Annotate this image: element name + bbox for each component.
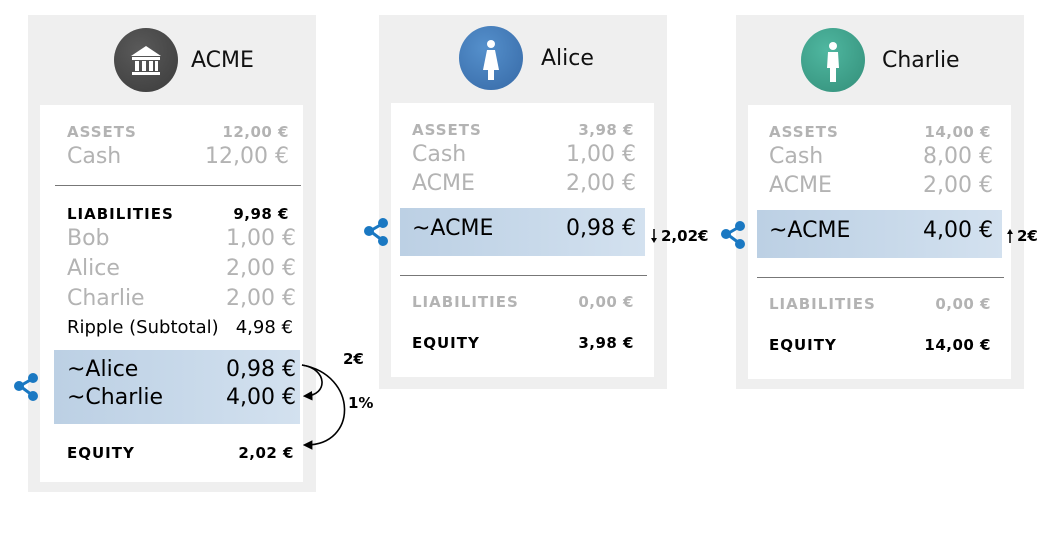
ripple-subtotal-value: 4,98 € — [235, 317, 293, 338]
alice-value: 2,00 € — [226, 256, 296, 281]
woman-icon — [483, 40, 499, 80]
charlie-ripple-acme-row: ~ACME 4,00 € — [769, 218, 993, 243]
equity-label: EQUITY — [412, 334, 480, 352]
acme-equity-row: EQUITY 2,02 € — [67, 444, 294, 462]
bank-icon — [131, 46, 161, 75]
acme-assets-row: ASSETS 12,00 € — [67, 123, 289, 141]
ripple-acme-value: 0,98 € — [566, 216, 636, 241]
alice-avatar — [459, 26, 523, 90]
ripple-acme-label: ~ACME — [769, 218, 851, 243]
bob-label: Bob — [67, 226, 110, 251]
liabilities-label: LIABILITIES — [412, 293, 519, 311]
acme-value: 2,00 € — [566, 171, 636, 196]
acme-title: ACME — [191, 48, 254, 73]
acme-cash-row: Cash 12,00 € — [67, 144, 289, 169]
acme-charlie-row: Charlie 2,00 € — [67, 286, 296, 311]
alice-label: Alice — [67, 256, 120, 281]
acme-value: 2,00 € — [923, 173, 993, 198]
charlie-divider — [757, 277, 1004, 278]
cash-label: Cash — [769, 144, 824, 169]
ripple-acme-value: 4,00 € — [923, 218, 993, 243]
assets-total: 12,00 € — [222, 123, 289, 141]
liabilities-label: LIABILITIES — [769, 295, 876, 313]
charlie-avatar — [801, 28, 865, 92]
alice-ripple-acme-row: ~ACME 0,98 € — [412, 216, 636, 241]
equity-value: 3,98 € — [578, 334, 634, 352]
ripple-subtotal-label: Ripple (Subtotal) — [67, 317, 219, 338]
ripple-alice-value: 0,98 € — [226, 357, 296, 382]
acme-ripple-subtotal-row: Ripple (Subtotal) 4,98 € — [67, 317, 293, 338]
assets-label: ASSETS — [67, 123, 137, 141]
liabilities-label: LIABILITIES — [67, 205, 174, 223]
alice-card: Alice ASSETS 3,98 € Cash 1,00 € ACME 2,0… — [379, 15, 667, 389]
ripple-icon — [14, 373, 38, 401]
charlie-balance-sheet: ASSETS 14,00 € Cash 8,00 € ACME 2,00 € ~… — [748, 105, 1011, 379]
alice-equity-row: EQUITY 3,98 € — [412, 334, 634, 352]
acme-card: ACME ASSETS 12,00 € Cash 12,00 € LIABILI… — [28, 15, 316, 492]
ripple-icon — [721, 221, 745, 249]
acme-avatar — [114, 28, 178, 92]
cash-value: 1,00 € — [566, 142, 636, 167]
cash-value: 12,00 € — [205, 144, 289, 169]
ripple-charlie-label: ~Charlie — [67, 385, 164, 410]
charlie-value: 2,00 € — [226, 286, 296, 311]
assets-total: 14,00 € — [924, 123, 991, 141]
ripple-icon — [364, 218, 388, 246]
liabilities-total: 0,00 € — [578, 293, 634, 311]
charlie-liabilities-row: LIABILITIES 0,00 € — [769, 295, 991, 313]
charlie-assets-row: ASSETS 14,00 € — [769, 123, 991, 141]
charlie-card: Charlie ASSETS 14,00 € Cash 8,00 € ACME … — [736, 15, 1024, 389]
alice-liabilities-row: LIABILITIES 0,00 € — [412, 293, 634, 311]
charlie-cash-row: Cash 8,00 € — [769, 144, 993, 169]
acme-alice-row: Alice 2,00 € — [67, 256, 296, 281]
charlie-title: Charlie — [882, 48, 960, 73]
assets-label: ASSETS — [412, 121, 482, 139]
alice-divider — [400, 275, 647, 276]
acme-ripple-charlie-row: ~Charlie 4,00 € — [67, 385, 296, 410]
assets-label: ASSETS — [769, 123, 839, 141]
equity-value: 2,02 € — [238, 444, 294, 462]
acme-label: ACME — [769, 173, 832, 198]
charlie-change-label: 2€ — [1017, 227, 1038, 245]
liabilities-total: 9,98 € — [233, 205, 289, 223]
cash-label: Cash — [412, 142, 467, 167]
up-arrow-icon — [1007, 229, 1013, 243]
cash-label: Cash — [67, 144, 122, 169]
alice-assets-row: ASSETS 3,98 € — [412, 121, 634, 139]
alice-acme-row: ACME 2,00 € — [412, 171, 636, 196]
acme-bob-row: Bob 1,00 € — [67, 226, 296, 251]
charlie-acme-row: ACME 2,00 € — [769, 173, 993, 198]
acme-arrow-label-1pct: 1% — [348, 394, 374, 412]
alice-change-label: 2,02€ — [661, 227, 709, 245]
ripple-charlie-value: 4,00 € — [226, 385, 296, 410]
ripple-acme-label: ~ACME — [412, 216, 494, 241]
alice-title: Alice — [541, 46, 594, 71]
acme-ripple-alice-row: ~Alice 0,98 € — [67, 357, 296, 382]
alice-cash-row: Cash 1,00 € — [412, 142, 636, 167]
acme-divider — [55, 185, 301, 186]
acme-balance-sheet: ASSETS 12,00 € Cash 12,00 € LIABILITIES … — [40, 105, 303, 482]
acme-label: ACME — [412, 171, 475, 196]
man-icon — [827, 42, 839, 82]
alice-balance-sheet: ASSETS 3,98 € Cash 1,00 € ACME 2,00 € ~A… — [391, 103, 654, 377]
liabilities-total: 0,00 € — [935, 295, 991, 313]
equity-value: 14,00 € — [924, 336, 991, 354]
down-arrow-icon — [651, 229, 657, 243]
assets-total: 3,98 € — [578, 121, 634, 139]
equity-label: EQUITY — [769, 336, 837, 354]
cash-value: 8,00 € — [923, 144, 993, 169]
acme-arrow-label-2eur: 2€ — [343, 350, 364, 368]
charlie-equity-row: EQUITY 14,00 € — [769, 336, 991, 354]
ripple-alice-label: ~Alice — [67, 357, 139, 382]
acme-liabilities-row: LIABILITIES 9,98 € — [67, 205, 289, 223]
charlie-label: Charlie — [67, 286, 145, 311]
bob-value: 1,00 € — [226, 226, 296, 251]
equity-label: EQUITY — [67, 444, 135, 462]
